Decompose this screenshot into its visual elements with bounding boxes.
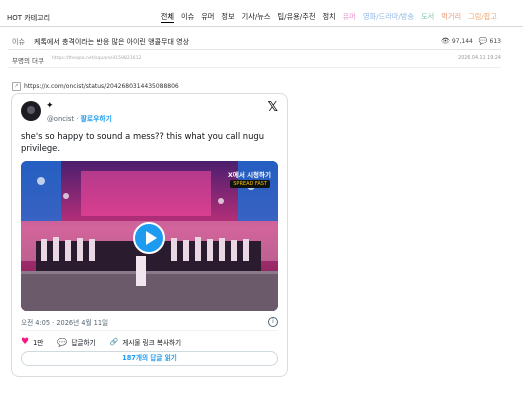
video-thumbnail[interactable]: X에서 시청하기 SPREAD FAST (21, 161, 278, 311)
post-header: 이슈 케톡에서 충격이라는 반응 많은 아이린 앵콜무대 영상 👁 97,144 … (0, 35, 523, 49)
play-icon[interactable] (133, 222, 165, 254)
divider (8, 49, 501, 50)
watch-on-x-label[interactable]: X에서 시청하기 (228, 169, 271, 179)
category-menu: 전체 이슈 유머 정보 기사/뉴스 팁/유용/추천 정치 유머 영화/드라마/방… (160, 12, 497, 23)
tweet-handle[interactable]: @oncist (47, 115, 74, 123)
likes-count: 1만 (33, 339, 44, 347)
menu-item-humor[interactable]: 유머 (201, 12, 214, 23)
menu-item-art[interactable]: 그림/팝고 (468, 12, 497, 23)
avatar[interactable] (21, 101, 41, 121)
tweet-handle-row: @oncist · 팔로우하기 (47, 113, 112, 123)
menu-item-info[interactable]: 정보 (221, 12, 234, 23)
post-date: 2026.04.11 19:24 (458, 56, 501, 61)
menu-item-food[interactable]: 먹거리 (441, 12, 461, 23)
follow-button[interactable]: 팔로우하기 (81, 115, 112, 123)
comment-icon: 💬 (478, 37, 488, 45)
post-stats: 👁 97,144 💬 613 (441, 37, 501, 45)
copy-link-label: 게시물 링크 복사하기 (122, 339, 182, 347)
eye-icon: 👁 (440, 37, 450, 45)
reply-label: 답글하기 (71, 339, 96, 347)
menu-item-politics[interactable]: 정치 (322, 12, 335, 23)
comments-count: 613 (489, 38, 501, 45)
post-author: 무명의 더쿠 (12, 57, 44, 65)
embedded-link[interactable]: https://x.com/oncist/status/204268031443… (24, 83, 179, 90)
read-replies-button[interactable]: 187개의 답글 읽기 (21, 351, 278, 366)
views-count: 97,144 (451, 38, 473, 45)
link-icon: 🔗 (109, 338, 119, 346)
divider (8, 67, 501, 68)
menu-item-movie-drama[interactable]: 영화/드라마/방송 (363, 12, 414, 23)
views-stat: 👁 97,144 (441, 37, 473, 45)
menu-item-issue[interactable]: 이슈 (181, 12, 194, 23)
reply-icon: 💬 (57, 337, 68, 347)
tweet-actions: ♥ 1만 💬 답글하기 🔗 게시물 링크 복사하기 (21, 337, 181, 347)
menu-item-news[interactable]: 기사/뉴스 (242, 12, 271, 23)
post-url[interactable]: https://theqoo.net/square/4159821612 (52, 56, 141, 61)
top-nav: HOT 카테고리 전체 이슈 유머 정보 기사/뉴스 팁/유용/추천 정치 유머… (0, 0, 523, 28)
post-meta: 무명의 더쿠 https://theqoo.net/square/4159821… (0, 54, 523, 66)
info-icon[interactable]: i (268, 317, 278, 327)
post-category[interactable]: 이슈 (12, 37, 25, 47)
reply-button[interactable]: 💬 답글하기 (57, 337, 96, 348)
comments-stat[interactable]: 💬 613 (479, 37, 501, 45)
like-button[interactable]: ♥ 1만 (21, 337, 43, 347)
link-icon: ↗ (12, 82, 21, 91)
menu-item-all[interactable]: 전체 (160, 12, 174, 23)
menu-item-humor-2[interactable]: 유머 (343, 12, 356, 23)
nav-divider (0, 26, 523, 27)
x-logo-icon[interactable]: 𝕏 (268, 100, 278, 115)
program-logo: SPREAD FAST (230, 180, 270, 188)
hot-category-title: HOT 카테고리 (7, 14, 51, 22)
tweet-embed[interactable]: ✦ @oncist · 팔로우하기 𝕏 she's so happy to so… (11, 93, 288, 377)
tweet-timestamp[interactable]: 오전 4:05 · 2026년 4월 11일 (21, 317, 108, 327)
embedded-link-row[interactable]: ↗ https://x.com/oncist/status/2042680314… (12, 82, 179, 91)
copy-link-button[interactable]: 🔗 게시물 링크 복사하기 (110, 337, 182, 347)
menu-item-tips[interactable]: 팁/유용/추천 (278, 12, 316, 23)
post-title: 케톡에서 충격이라는 반응 많은 아이린 앵콜무대 영상 (34, 38, 190, 46)
heart-icon: ♥ (21, 337, 30, 347)
tweet-text: she's so happy to sound a mess?? this wh… (21, 131, 265, 153)
tweet-divider (21, 330, 278, 331)
menu-item-books[interactable]: 도서 (421, 12, 434, 23)
sparkle-icon: ✦ (46, 101, 54, 111)
